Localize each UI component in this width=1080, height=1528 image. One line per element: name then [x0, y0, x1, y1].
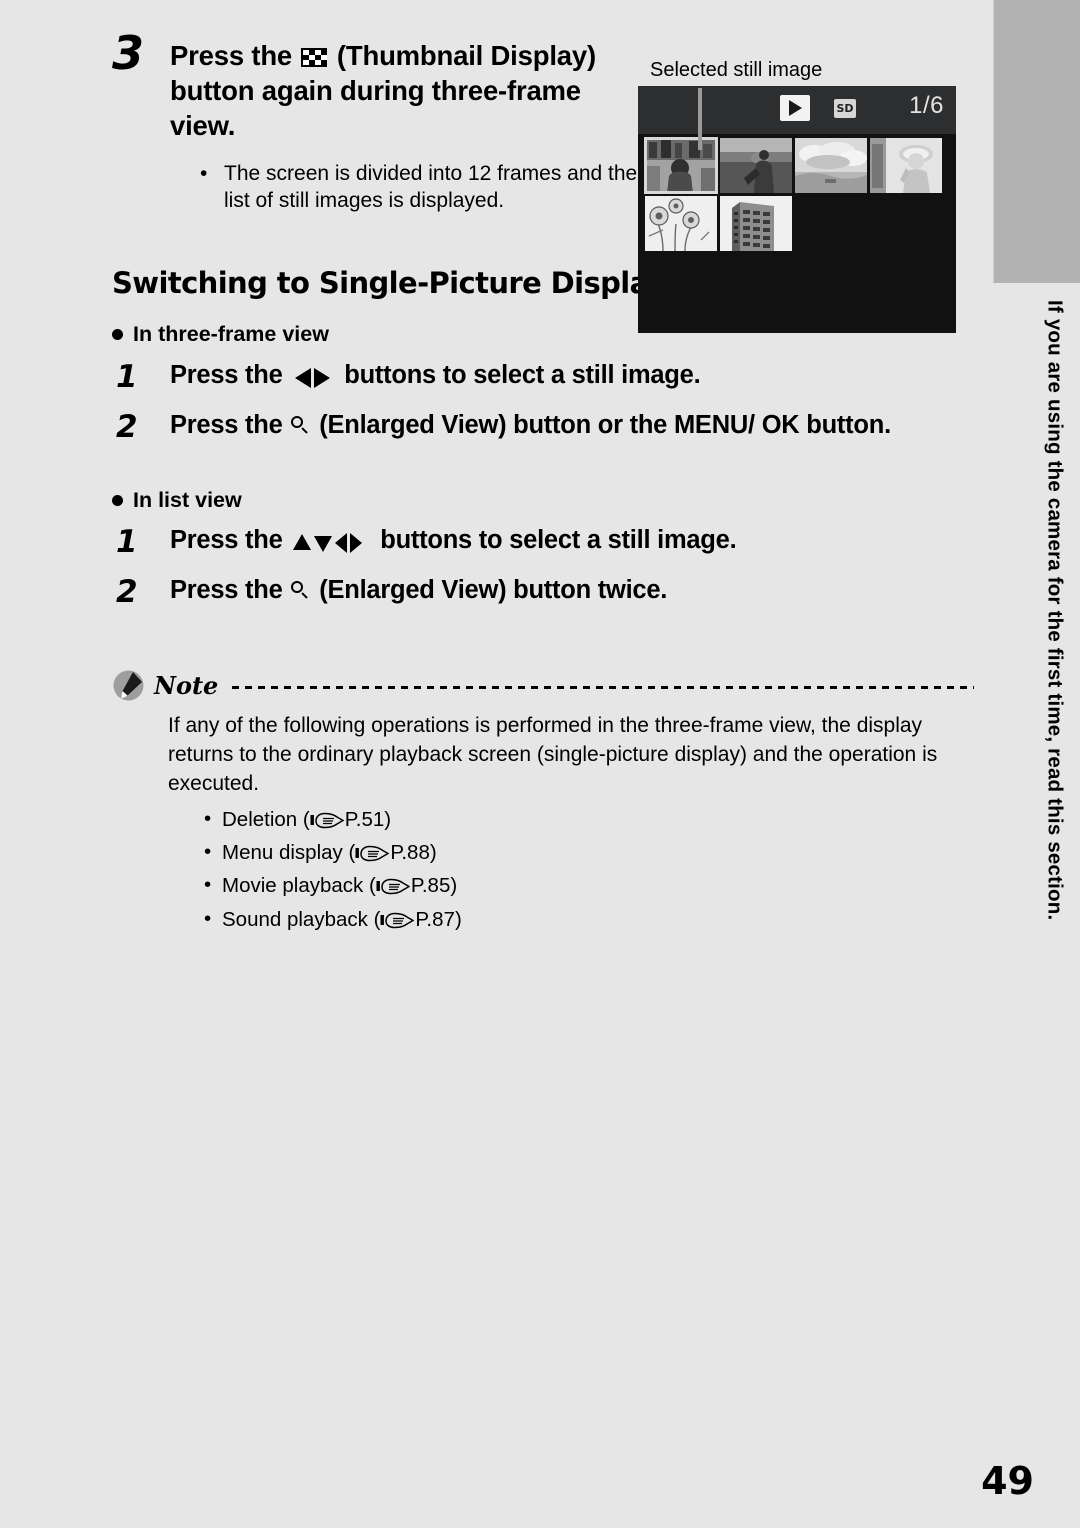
- note-block: Note If any of the following operations …: [112, 669, 974, 936]
- step-number: 1: [116, 358, 138, 395]
- note-list-item-page: P.88: [390, 841, 430, 865]
- step-text-prefix: Press the: [170, 576, 290, 605]
- note-list-item: • Movie playback ( P.85): [202, 869, 974, 902]
- step-text-suffix: (Enlarged View) button or the MENU/ OK b…: [312, 410, 891, 439]
- step-text: Press the (Enlarged View) button or the …: [170, 411, 891, 439]
- step-number: 2: [116, 408, 138, 445]
- step-3-number: 3: [112, 26, 145, 80]
- thumbnail-indoor-people-photo[interactable]: [644, 137, 718, 194]
- step-3-title: Press the (Thumbnail Display) button aga…: [170, 38, 640, 144]
- note-list-item: • Deletion ( P.51): [202, 803, 974, 836]
- note-list-item: • Sound playback ( P.87): [202, 903, 974, 936]
- pointing-hand-icon: [380, 912, 415, 929]
- camera-screen-figure: Selected still image SD 1/6: [638, 60, 956, 333]
- step-text: Press the (Enlarged View) button twice.: [170, 576, 667, 604]
- note-list-item-label: Deletion (: [222, 808, 310, 832]
- note-list-item-page: P.51: [344, 808, 385, 832]
- step-3-title-prefix: Press the: [170, 40, 300, 71]
- thumbnail-flowers-photo[interactable]: [645, 196, 717, 251]
- bullet-dot: •: [200, 161, 208, 185]
- note-list-item-label: Menu display (: [222, 841, 356, 865]
- thumbnail-beach-person-photo[interactable]: [720, 138, 792, 193]
- note-list-item-close: ): [429, 841, 437, 865]
- pointing-hand-icon: [310, 812, 344, 829]
- step-text-suffix: buttons to select a still image.: [373, 526, 737, 555]
- thumbnail-row: [644, 137, 949, 194]
- note-list-item-close: ): [384, 808, 392, 832]
- figure-leader-line: [698, 88, 702, 150]
- step-text: Press the buttons to select a still imag…: [170, 526, 737, 555]
- subheading-list-view: In list view: [112, 487, 974, 512]
- step-text-suffix: (Enlarged View) button twice.: [312, 576, 668, 605]
- bullet-dot: •: [204, 840, 212, 864]
- frame-counter: 1/6: [909, 92, 944, 119]
- note-list-item-close: ): [450, 874, 458, 898]
- pointing-hand-icon: [376, 878, 410, 895]
- step-3-note-text: The screen is divided into 12 frames and…: [224, 161, 638, 212]
- magnifier-icon: [290, 579, 310, 601]
- step-3-note: • The screen is divided into 12 frames a…: [200, 160, 644, 215]
- subheading-list-view-label: In list view: [133, 487, 242, 512]
- subheading-bullet-icon: [112, 329, 123, 341]
- left-right-arrows-icon: [292, 366, 334, 390]
- thumbnail-display-icon: [301, 48, 328, 67]
- pointing-hand-icon: [355, 845, 390, 862]
- thumbnail-grid: [644, 137, 949, 254]
- step-text-prefix: Press the: [170, 360, 290, 389]
- list-view-steps: 1 Press the buttons to select a still im…: [112, 525, 974, 621]
- bullet-dot: •: [204, 873, 212, 897]
- note-pencil-icon: [112, 669, 145, 702]
- lcd-status-bar: SD 1/6: [638, 86, 956, 134]
- thumbnail-row: [645, 196, 949, 251]
- step-text-suffix: buttons to select a still image.: [337, 360, 701, 389]
- note-list-item-page: P.87: [415, 907, 455, 931]
- thumbnail-landscape-clouds-photo[interactable]: [795, 138, 867, 193]
- thumbnail-building-photo[interactable]: [720, 196, 792, 251]
- magnifier-icon: [290, 414, 310, 436]
- list-view-step-2: 2 Press the (Enlarged View) button twice…: [112, 575, 974, 621]
- note-item-list: • Deletion ( P.51) • Menu display ( P.88…: [202, 803, 974, 936]
- sd-card-icon: SD: [834, 99, 856, 118]
- bullet-dot: •: [204, 807, 212, 831]
- step-number: 2: [116, 574, 138, 611]
- three-frame-steps: 1 Press the buttons to select a still im…: [112, 360, 974, 456]
- note-list-item-label: Sound playback (: [222, 907, 381, 931]
- note-label: Note: [154, 670, 219, 700]
- page-number: 49: [981, 1459, 1034, 1503]
- note-list-item-label: Movie playback (: [222, 874, 376, 898]
- note-list-item-close: ): [454, 907, 462, 931]
- side-chapter-caption-text: If you are using the camera for the firs…: [1043, 300, 1067, 921]
- camera-lcd-screen: SD 1/6: [638, 86, 956, 333]
- up-down-left-right-arrows-icon: [292, 531, 370, 555]
- play-icon: [780, 95, 810, 121]
- step-number: 1: [116, 524, 138, 561]
- figure-caption: Selected still image: [650, 59, 823, 81]
- three-frame-step-2: 2 Press the (Enlarged View) button or th…: [112, 410, 974, 456]
- three-frame-step-1: 1 Press the buttons to select a still im…: [112, 360, 974, 406]
- step-text-prefix: Press the: [170, 526, 290, 555]
- subheading-bullet-icon: [112, 494, 123, 506]
- page-edge-tab: [993, 0, 1080, 283]
- thumbnail-portrait-woman-photo[interactable]: [870, 138, 942, 193]
- note-body-text: If any of the following operations is pe…: [168, 714, 938, 796]
- subheading-three-frame-view-label: In three-frame view: [133, 322, 329, 347]
- note-list-item: • Menu display ( P.88): [202, 836, 974, 869]
- bullet-dot: •: [204, 906, 212, 930]
- note-header: Note: [112, 669, 974, 702]
- note-list-item-page: P.85: [410, 874, 451, 898]
- step-text: Press the buttons to select a still imag…: [170, 360, 701, 390]
- side-chapter-caption: If you are using the camera for the firs…: [1034, 300, 1074, 1200]
- list-view-step-1: 1 Press the buttons to select a still im…: [112, 525, 974, 571]
- step-text-prefix: Press the: [170, 410, 290, 439]
- note-divider-rule: [232, 685, 974, 689]
